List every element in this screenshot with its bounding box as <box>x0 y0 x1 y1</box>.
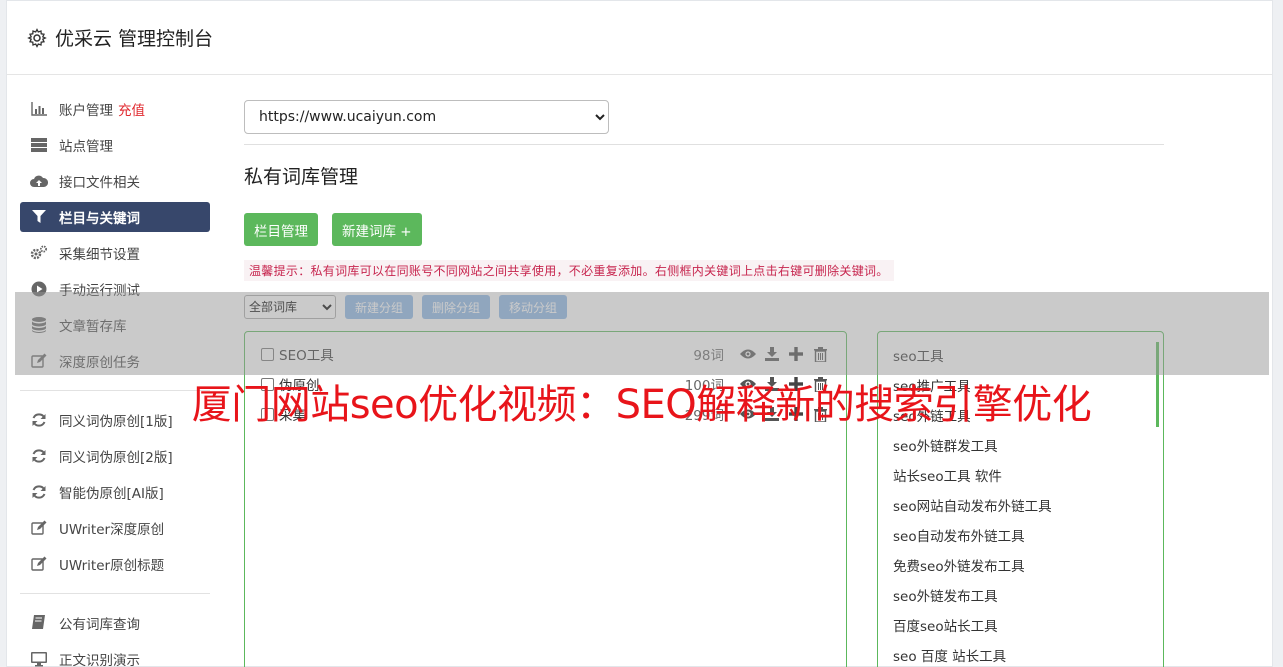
sidebar-item-label: 站点管理 <box>59 139 113 155</box>
keyword-item[interactable]: seo外链发布工具 <box>878 582 1163 612</box>
sidebar-item-label: 公有词库查询 <box>59 617 140 633</box>
gear-icon <box>27 27 47 48</box>
sidebar-item[interactable]: 公有词库查询 <box>20 608 210 638</box>
main-content: https://www.ucaiyun.com 私有词库管理 栏目管理 新建词库… <box>244 100 1164 319</box>
refresh-icon <box>30 484 48 500</box>
book-icon <box>30 615 48 631</box>
sidebar-item[interactable]: 栏目与关键词 <box>20 202 210 232</box>
sidebar-item-label: UWriter深度原创 <box>59 522 165 538</box>
sidebar-item-label: 同义词伪原创[2版] <box>59 450 173 466</box>
headline-overlay-band <box>15 292 1269 375</box>
sidebar-item[interactable]: 正文识别演示 <box>20 644 210 667</box>
keyword-item[interactable]: seo网站自动发布外链工具 <box>878 492 1163 522</box>
bar-chart-icon <box>30 101 48 117</box>
new-library-button[interactable]: 新建词库 + <box>332 213 422 246</box>
sidebar-divider <box>20 593 210 594</box>
edit-icon <box>30 520 48 536</box>
keyword-item[interactable]: seo外链群发工具 <box>878 432 1163 462</box>
keyword-item[interactable]: 免费seo外链发布工具 <box>878 552 1163 582</box>
sidebar-item[interactable]: 采集细节设置 <box>20 238 210 268</box>
sidebar-item[interactable]: 接口文件相关 <box>20 166 210 196</box>
server-icon <box>30 137 48 153</box>
sidebar-item-label: 账户管理 <box>59 103 113 119</box>
sidebar-item[interactable]: 站点管理 <box>20 130 210 160</box>
headline-text: 厦门网站seo优化视频：SEO解释新的搜索引擎优化 <box>191 382 1092 428</box>
section-divider <box>244 144 1164 145</box>
cloud-upload-icon <box>30 173 48 189</box>
app-title: 优采云 管理控制台 <box>55 28 214 50</box>
monitor-icon <box>30 651 48 667</box>
sidebar-item[interactable]: UWriter深度原创 <box>20 513 210 543</box>
sidebar-item-label: UWriter原创标题 <box>59 558 165 574</box>
recharge-link[interactable]: 充值 <box>118 99 145 119</box>
columns-manage-button[interactable]: 栏目管理 <box>244 213 318 246</box>
keyword-item[interactable]: seo自动发布外链工具 <box>878 522 1163 552</box>
sidebar-item[interactable]: 同义词伪原创[2版] <box>20 441 210 471</box>
sidebar-item-label: 智能伪原创[AI版] <box>59 486 164 502</box>
edit-icon <box>30 556 48 572</box>
sidebar-item[interactable]: 智能伪原创[AI版] <box>20 477 210 507</box>
sidebar-item-label: 正文识别演示 <box>59 653 140 667</box>
keyword-item[interactable]: 百度seo站长工具 <box>878 612 1163 642</box>
site-select[interactable]: https://www.ucaiyun.com <box>244 100 609 134</box>
refresh-icon <box>30 448 48 464</box>
sidebar-item-label: 接口文件相关 <box>59 175 140 191</box>
sidebar-item-label: 栏目与关键词 <box>59 211 140 227</box>
sidebar-item[interactable]: UWriter原创标题 <box>20 549 210 579</box>
sidebar-item-label: 采集细节设置 <box>59 247 140 263</box>
sidebar-item[interactable]: 账户管理 充值 <box>20 94 210 124</box>
keyword-item[interactable]: seo 百度 站长工具 <box>878 642 1163 667</box>
tip-text: 温馨提示：私有词库可以在同账号不同网站之间共享使用，不必重复添加。右侧框内关键词… <box>244 260 894 281</box>
filter-icon <box>30 209 48 225</box>
top-bar: 优采云 管理控制台 <box>7 1 1272 75</box>
page-title: 私有词库管理 <box>244 166 359 188</box>
cogs-icon <box>30 245 48 261</box>
keyword-item[interactable]: 站长seo工具 软件 <box>878 462 1163 492</box>
